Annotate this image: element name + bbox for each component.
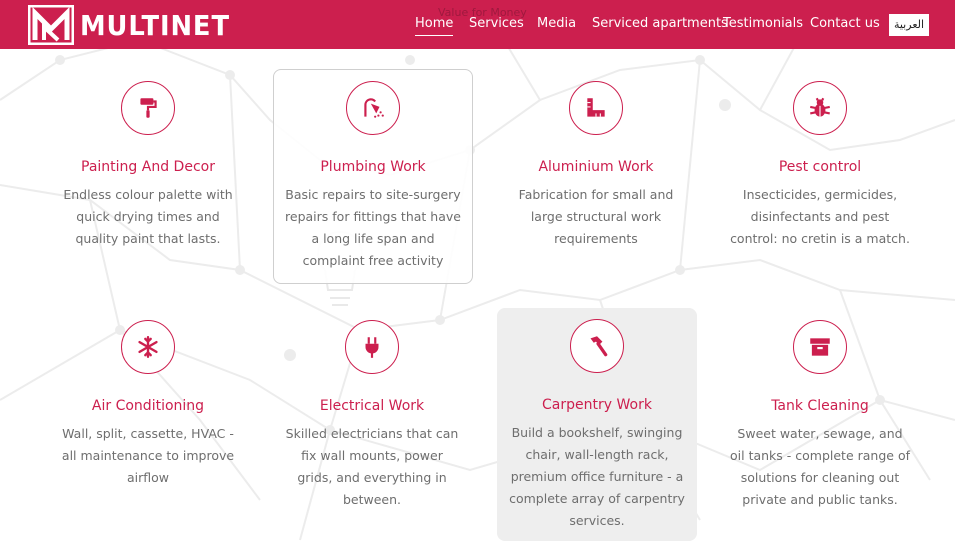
ruler-square-icon [569, 81, 623, 135]
service-card-tank-cleaning[interactable]: Tank Cleaning Sweet water, sewage, and o… [720, 309, 920, 521]
language-switch-button[interactable]: العربية [889, 14, 929, 36]
site-logo[interactable]: MULTINET [28, 5, 243, 45]
service-card-electrical[interactable]: Electrical Work Skilled electricians tha… [272, 309, 472, 521]
snowflake-icon [121, 320, 175, 374]
hammer-icon [570, 319, 624, 373]
service-card-aluminium[interactable]: Aluminium Work Fabrication for small and… [496, 70, 696, 260]
logo-text: MULTINET [80, 8, 230, 42]
service-title: Pest control [778, 159, 862, 175]
tagline-overlay: Value for Money [438, 6, 527, 19]
nav-testimonials[interactable]: Testimonials [723, 16, 803, 31]
service-title: Aluminium Work [538, 159, 654, 175]
bug-icon [793, 81, 847, 135]
nav-serviced-apartments[interactable]: Serviced apartments [592, 16, 728, 31]
service-title: Electrical Work [319, 398, 425, 414]
logo-mark-icon [28, 5, 74, 45]
service-description: Build a bookshelf, swinging chair, wall-… [509, 425, 685, 528]
shower-icon [346, 81, 400, 135]
archive-box-icon [793, 320, 847, 374]
service-title: Painting And Decor [81, 159, 215, 175]
service-card-painting[interactable]: Painting And Decor Endless colour palett… [48, 70, 248, 260]
service-description: Skilled electricians that can fix wall m… [285, 426, 459, 507]
nav-contact-us[interactable]: Contact us [810, 16, 880, 31]
service-card-carpentry[interactable]: Carpentry Work Build a bookshelf, swingi… [497, 308, 697, 541]
nav-media[interactable]: Media [537, 16, 576, 31]
service-card-air-conditioning[interactable]: Air Conditioning Wall, split, cassette, … [48, 309, 248, 499]
service-description: Sweet water, sewage, and oil tanks - com… [730, 426, 910, 507]
service-description: Insecticides, germicides, disinfectants … [730, 187, 910, 246]
service-description: Wall, split, cassette, HVAC - all mainte… [61, 426, 235, 485]
paint-roller-icon [121, 81, 175, 135]
plug-icon [345, 320, 399, 374]
service-title: Tank Cleaning [771, 398, 869, 414]
service-title: Air Conditioning [91, 398, 205, 414]
service-description: Fabrication for small and large structur… [518, 187, 674, 246]
service-card-plumbing[interactable]: Plumbing Work Basic repairs to site-surg… [273, 69, 473, 284]
services-grid: Painting And Decor Endless colour palett… [0, 0, 955, 556]
service-description: Basic repairs to site-surgery repairs fo… [285, 187, 461, 268]
service-title: Plumbing Work [320, 159, 426, 175]
service-title: Carpentry Work [542, 397, 652, 413]
service-card-pest-control[interactable]: Pest control Insecticides, germicides, d… [720, 70, 920, 260]
service-description: Endless colour palette with quick drying… [63, 187, 233, 246]
